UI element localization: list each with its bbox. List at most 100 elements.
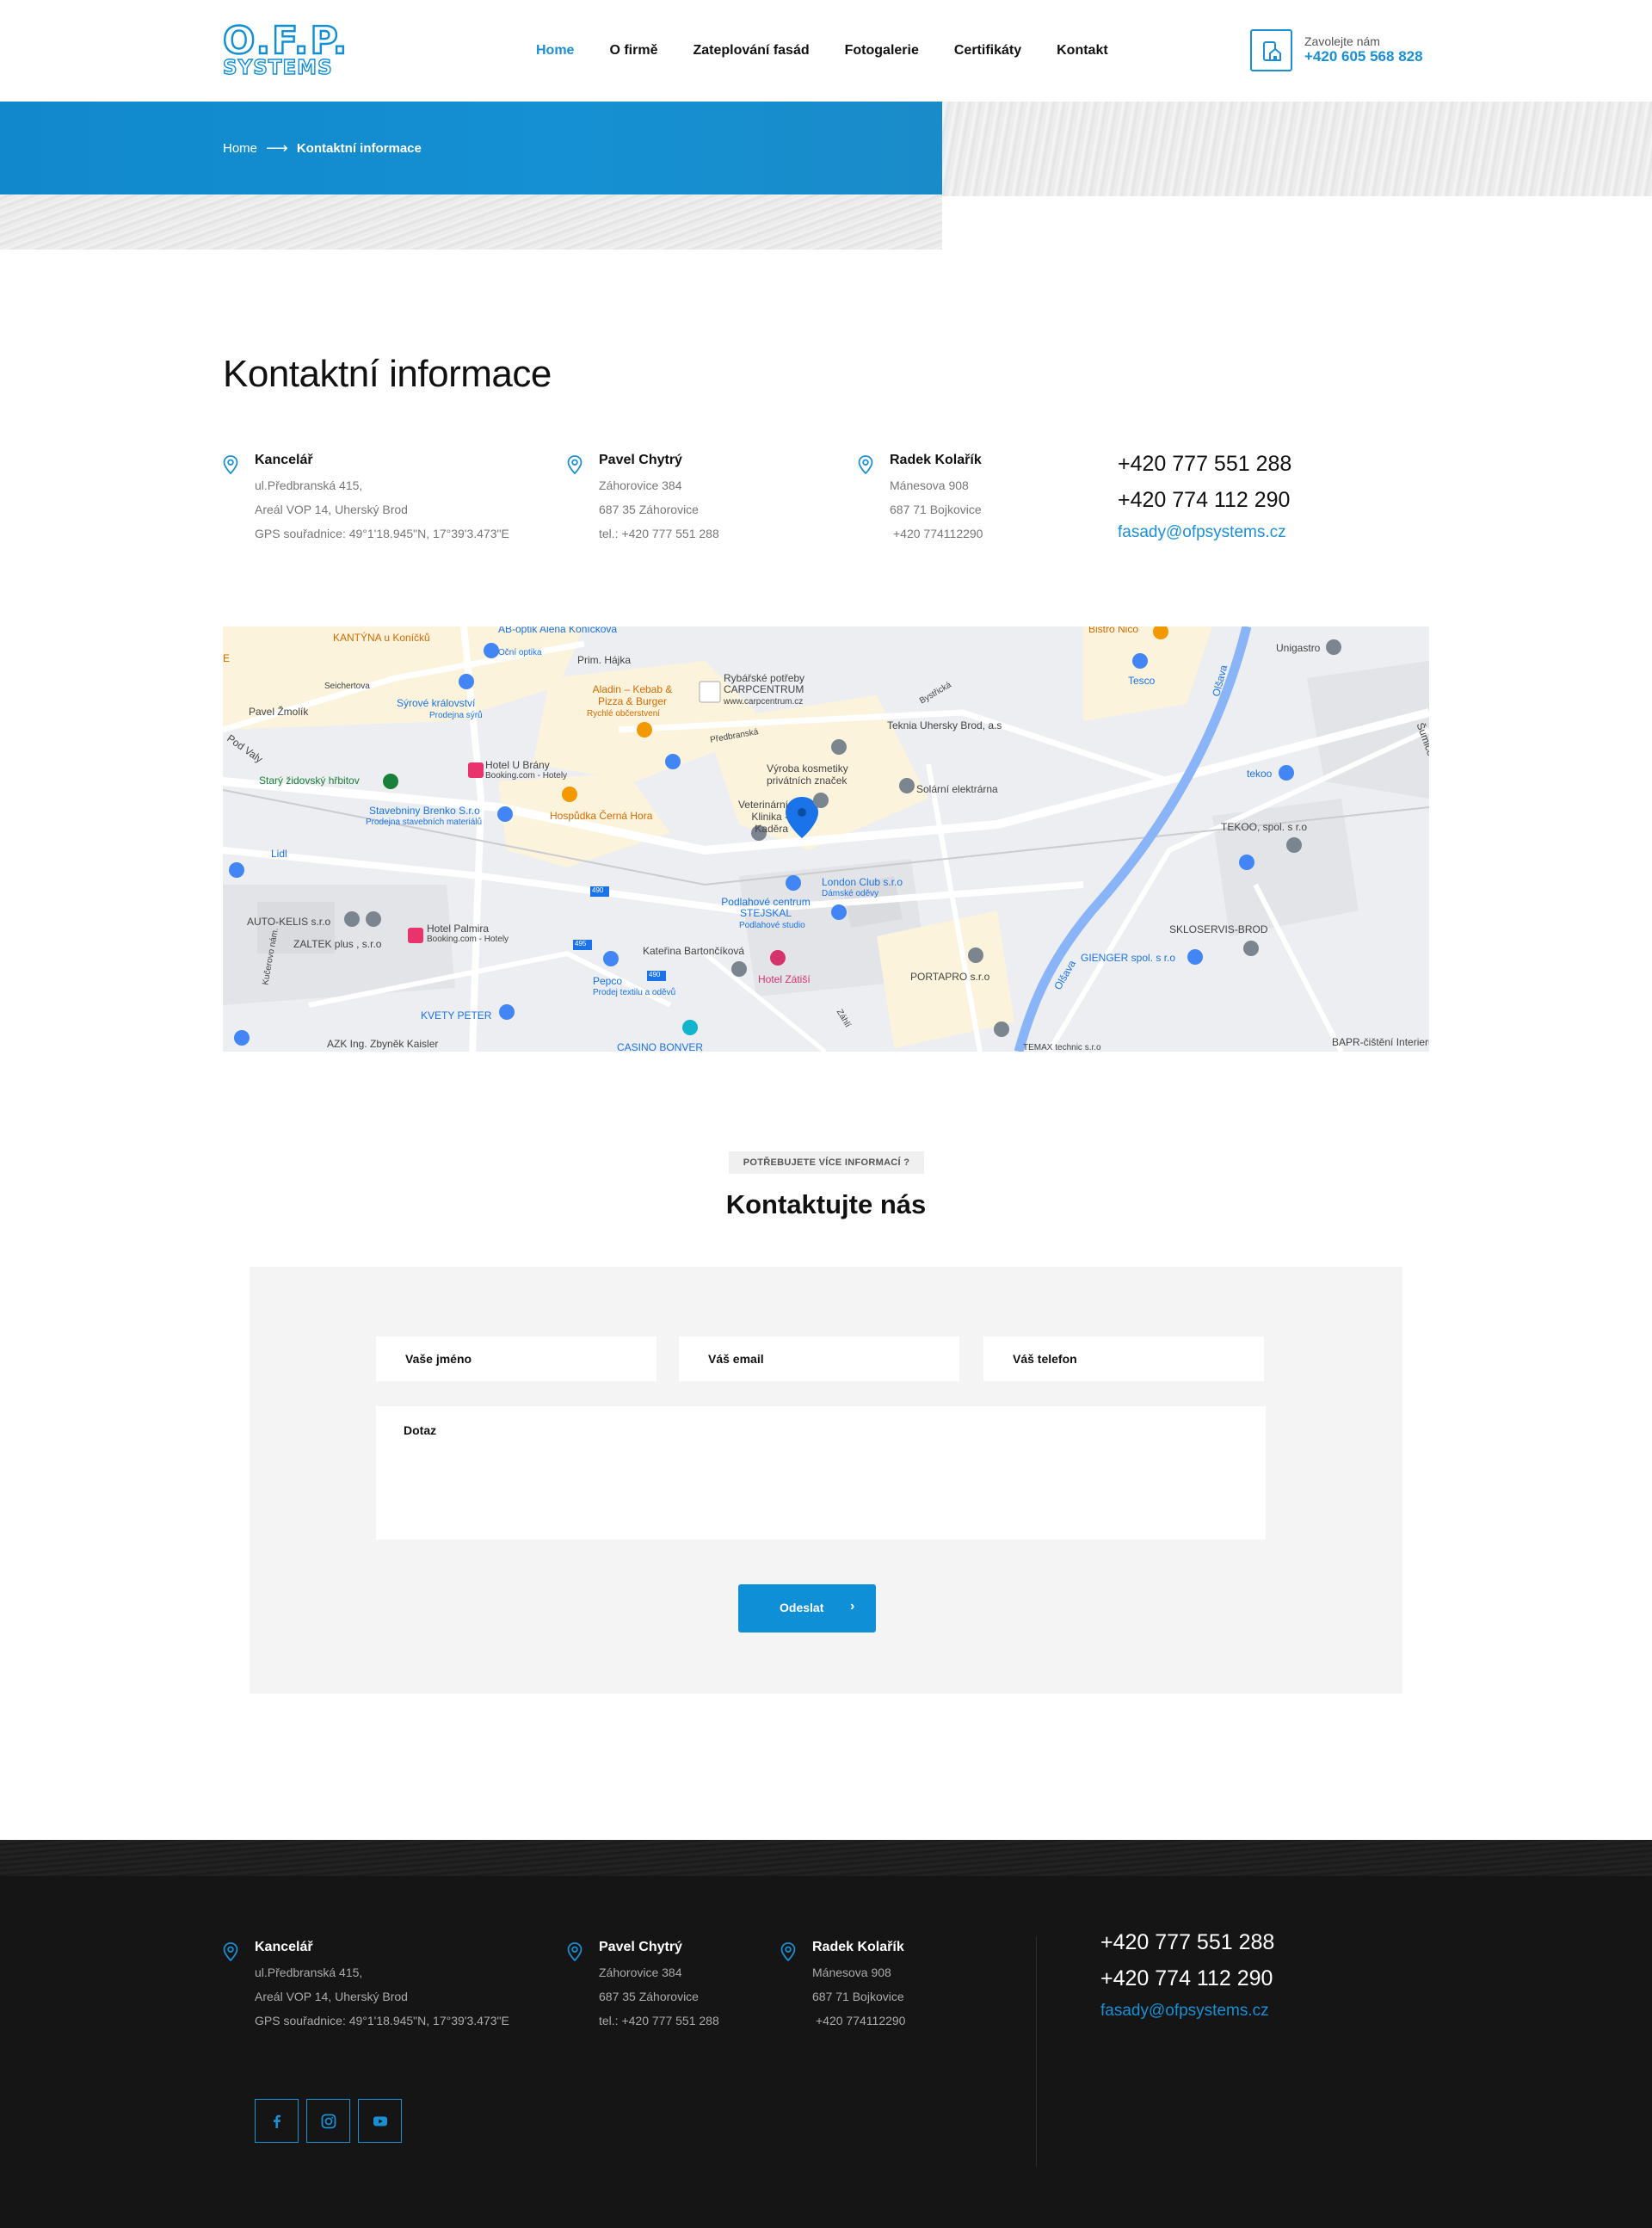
submit-button[interactable]: Odeslat › bbox=[738, 1584, 876, 1632]
map-label: TEKOO, spol. s r.o bbox=[1221, 821, 1308, 833]
email-link[interactable]: fasady@ofpsystems.cz bbox=[1118, 518, 1291, 547]
map-label: Bistro Nico bbox=[1088, 626, 1139, 635]
contact-line: Mánesova 908 bbox=[890, 478, 969, 492]
contact-phones: +420 777 551 288 +420 774 112 290 fasady… bbox=[1118, 446, 1291, 547]
instagram-button[interactable] bbox=[306, 2099, 350, 2143]
map-label: AZK Ing. Zbyněk Kaisler bbox=[327, 1038, 439, 1050]
contact-line: Areál VOP 14, Uherský Brod bbox=[255, 503, 408, 516]
email-input[interactable]: Váš email bbox=[679, 1336, 959, 1381]
phone-input[interactable]: Váš telefon bbox=[983, 1336, 1264, 1381]
contact-line: 687 71 Bojkovice bbox=[890, 503, 982, 516]
map-label: Aladin – Kebab & Pizza & Burger bbox=[592, 683, 673, 707]
map-label: Kateřina Bartončíková bbox=[643, 945, 745, 957]
map-label: AUTO-KELIS s.r.o bbox=[247, 916, 331, 928]
nav-home[interactable]: Home bbox=[536, 43, 574, 59]
contact-phone: +420 774112290 bbox=[893, 527, 983, 540]
map-label: PORTAPRO s.r.o bbox=[910, 971, 990, 983]
map-label: KVETY PETER bbox=[421, 1009, 492, 1021]
submit-label: Odeslat bbox=[780, 1601, 824, 1614]
phone-number[interactable]: +420 777 551 288 bbox=[1100, 1924, 1274, 1960]
breadcrumb-home[interactable]: Home bbox=[223, 141, 257, 156]
main-nav: Home O firmě Zateplování fasád Fotogaler… bbox=[536, 43, 1143, 59]
logo[interactable]: O.F.P. SYSTEMS bbox=[222, 19, 356, 78]
phone-house-icon bbox=[1250, 29, 1292, 71]
road-number: 490 bbox=[592, 886, 604, 894]
map-label: Podlahové studio bbox=[739, 921, 805, 930]
nav-o-firme[interactable]: O firmě bbox=[609, 43, 657, 59]
map-label: TEMAX technic s.r.o bbox=[1023, 1043, 1101, 1052]
nav-fotogalerie[interactable]: Fotogalerie bbox=[845, 43, 919, 59]
map-pin-icon bbox=[223, 1942, 238, 1961]
contact-line: 687 35 Záhorovice bbox=[599, 1990, 699, 2003]
nav-certifikaty[interactable]: Certifikáty bbox=[954, 43, 1021, 59]
banner-blue-panel: Home ⟶ Kontaktní informace bbox=[0, 102, 942, 194]
map-label: ZALTEK plus , s.r.o bbox=[293, 938, 382, 950]
section-tagline: POTŘEBUJETE VÍCE INFORMACÍ ? bbox=[729, 1151, 924, 1174]
map-label: Stavebniny Brenko S.r.o bbox=[369, 805, 480, 817]
page-banner: Home ⟶ Kontaktní informace bbox=[0, 102, 1652, 250]
map-label: Prim. Hájka bbox=[577, 654, 632, 666]
form-title: Kontaktujte nás bbox=[725, 1189, 927, 1219]
arrow-right-icon: ⟶ bbox=[266, 139, 288, 157]
map-label: Podlahové centrum STEJSKAL bbox=[721, 896, 811, 919]
nav-zateplovani-fasad[interactable]: Zateplování fasád bbox=[693, 43, 809, 59]
footer-texture bbox=[0, 1840, 1652, 1876]
map-label: Sýrové království bbox=[397, 697, 476, 709]
facebook-icon bbox=[274, 2114, 280, 2128]
call-us[interactable]: Zavolejte nám +420 605 568 828 bbox=[1250, 29, 1431, 72]
contact-name: Kancelář bbox=[255, 453, 313, 467]
map-label: E bbox=[223, 652, 231, 664]
map-label: Hotel Palmira bbox=[427, 923, 490, 935]
phone-number[interactable]: +420 774 112 290 bbox=[1100, 1960, 1274, 1997]
map-label: www.carpcentrum.cz bbox=[724, 697, 804, 707]
contact-line: 687 71 Bojkovice bbox=[812, 1990, 904, 2003]
map-pin-icon bbox=[858, 455, 873, 474]
contact-gps: GPS souřadnice: 49°1'18.945"N, 17°39'3.4… bbox=[255, 2014, 509, 2027]
message-textarea[interactable]: Dotaz bbox=[376, 1406, 1266, 1540]
call-number[interactable]: +420 605 568 828 bbox=[1304, 48, 1423, 65]
logo-top-text: O.F.P. bbox=[222, 19, 349, 63]
embedded-map[interactable]: KANTÝNA u Koníčků AB-optik Alena Koníčko… bbox=[223, 626, 1429, 1052]
road-number: 495 bbox=[575, 940, 587, 947]
map-label: Unigastro bbox=[1276, 642, 1321, 654]
road-number: 490 bbox=[649, 971, 661, 978]
map-label: Starý židovský hřbitov bbox=[259, 775, 360, 787]
breadcrumb-current: Kontaktní informace bbox=[296, 141, 422, 156]
contact-name: Radek Kolařík bbox=[890, 453, 982, 467]
map-label: Veterinární Klinika - Kaděra bbox=[737, 799, 788, 835]
footer-divider bbox=[1036, 1936, 1037, 2167]
map-label: Hospůdka Černá Hora bbox=[550, 810, 653, 822]
contact-name: Radek Kolařík bbox=[812, 1940, 904, 1954]
contact-name: Pavel Chytrý bbox=[599, 1940, 682, 1954]
nav-kontakt[interactable]: Kontakt bbox=[1057, 43, 1108, 59]
contact-phone: +420 774112290 bbox=[816, 2014, 906, 2027]
map-label: Hotel U Brány bbox=[485, 759, 550, 771]
contact-line: Mánesova 908 bbox=[812, 1966, 891, 1979]
name-input[interactable]: Vaše jméno bbox=[376, 1336, 656, 1381]
map-label: Booking.com - Hotely bbox=[485, 771, 568, 781]
contact-phone: tel.: +420 777 551 288 bbox=[599, 2014, 719, 2027]
map-label: Seichertova bbox=[324, 682, 370, 691]
map-label: Prodejna sýrů bbox=[429, 711, 483, 720]
map-label: Výroba kosmetiky privátních značek bbox=[767, 762, 848, 787]
instagram-icon bbox=[321, 2114, 336, 2129]
map-label: tekoo bbox=[1247, 768, 1273, 780]
email-link[interactable]: fasady@ofpsystems.cz bbox=[1100, 1997, 1274, 2026]
contact-phone: tel.: +420 777 551 288 bbox=[599, 527, 719, 540]
phone-number[interactable]: +420 777 551 288 bbox=[1118, 446, 1291, 482]
contact-line: 687 35 Záhorovice bbox=[599, 503, 699, 516]
site-header: O.F.P. SYSTEMS Home O firmě Zateplování … bbox=[0, 0, 1652, 102]
map-label: CASINO BONVER bbox=[617, 1041, 704, 1052]
contact-line: ul.Předbranská 415, bbox=[255, 478, 363, 492]
site-footer: Kancelář ul.Předbranská 415, Areál VOP 1… bbox=[0, 1840, 1652, 2228]
map-label: SKLOSERVIS-BROD bbox=[1169, 923, 1268, 935]
map-label: Tesco bbox=[1128, 675, 1156, 687]
map-label: GIENGER spol. s r.o bbox=[1081, 952, 1176, 964]
contact-name: Kancelář bbox=[255, 1940, 313, 1954]
contact-line: Záhorovice 384 bbox=[599, 478, 682, 492]
contact-line: Záhorovice 384 bbox=[599, 1966, 682, 1979]
youtube-button[interactable] bbox=[358, 2099, 402, 2143]
facebook-button[interactable] bbox=[255, 2099, 299, 2143]
map-label: Rybářské potřeby CARPCENTRUM bbox=[724, 672, 805, 695]
phone-number[interactable]: +420 774 112 290 bbox=[1118, 482, 1291, 518]
